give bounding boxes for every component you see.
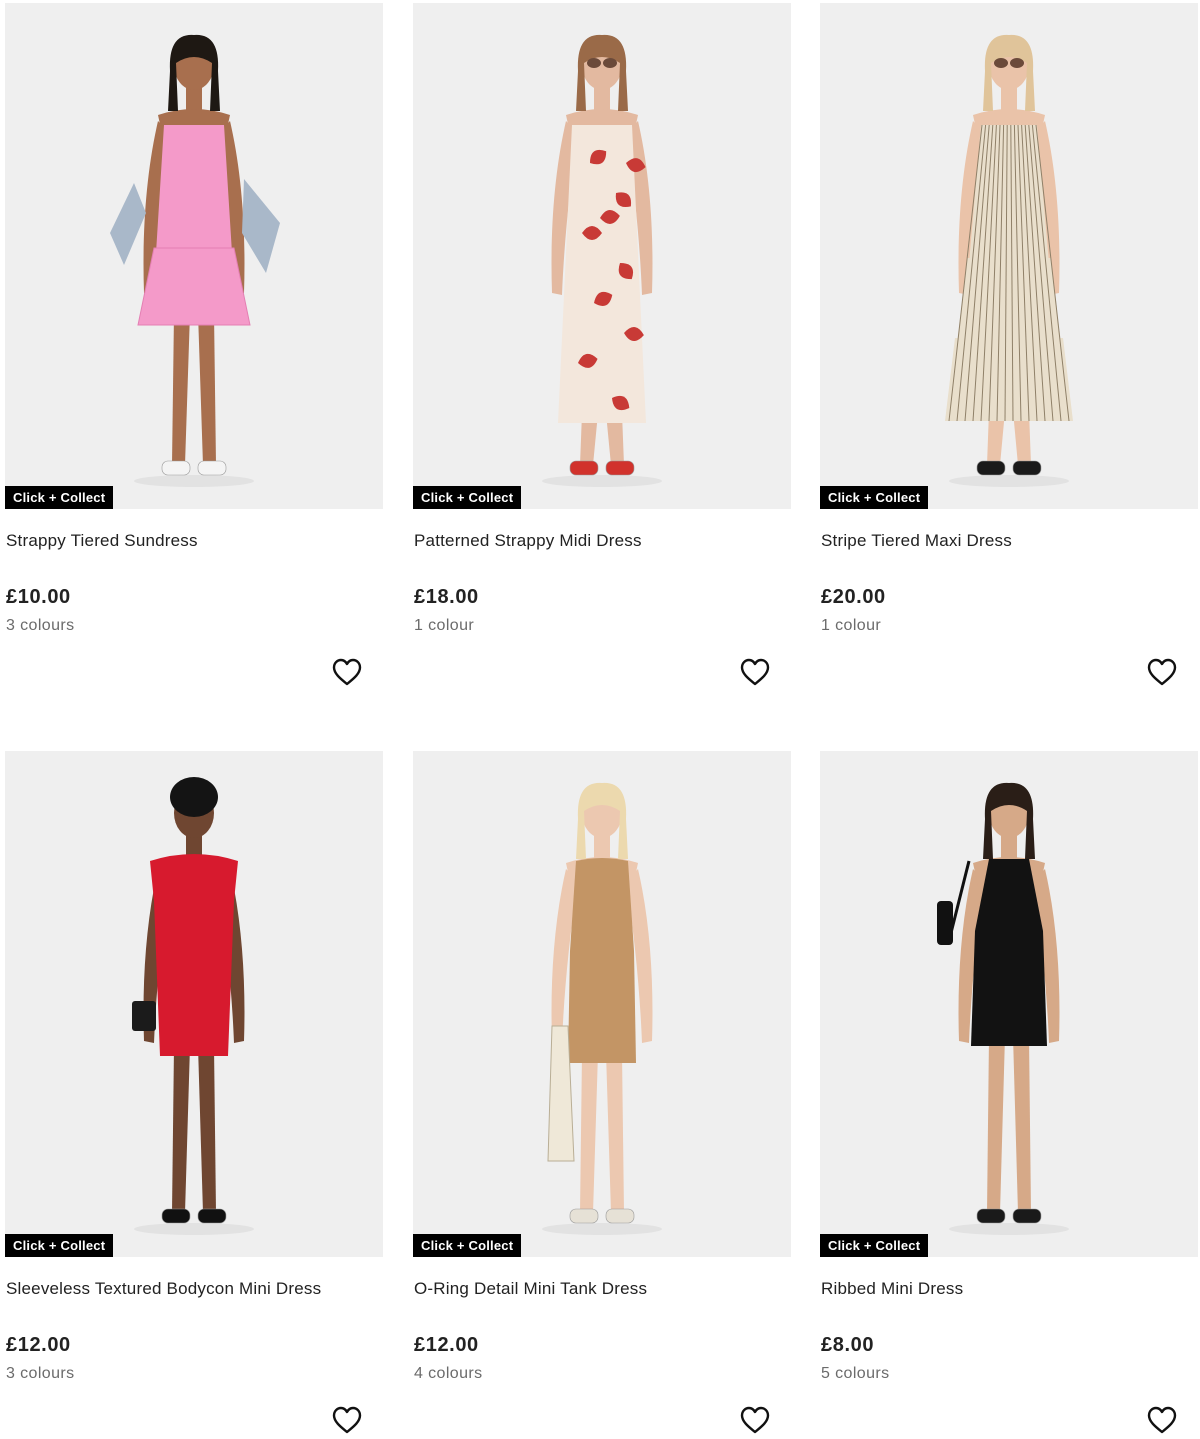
product-image[interactable]: Click + Collect (413, 751, 791, 1257)
product-name[interactable]: Sleeveless Textured Bodycon Mini Dress (6, 1278, 321, 1300)
heart-outline-icon (1147, 1406, 1177, 1434)
product-price: £20.00 (821, 586, 886, 608)
heart-outline-icon (740, 1406, 770, 1434)
product-card[interactable]: Click + Collect Strappy Tiered Sundress … (5, 3, 383, 703)
product-name[interactable]: Ribbed Mini Dress (821, 1278, 963, 1300)
product-image[interactable]: Click + Collect (5, 751, 383, 1257)
model-photo (542, 34, 662, 487)
wishlist-button[interactable] (739, 1405, 771, 1435)
colour-count: 3 colours (6, 1365, 75, 1382)
product-grid: Click + Collect Strappy Tiered Sundress … (0, 0, 1200, 1439)
click-collect-badge: Click + Collect (820, 486, 929, 509)
product-image[interactable]: Click + Collect (5, 3, 383, 509)
product-name[interactable]: Stripe Tiered Maxi Dress (821, 530, 1012, 552)
click-collect-badge: Click + Collect (5, 486, 114, 509)
colour-count: 4 colours (414, 1365, 483, 1382)
product-price: £12.00 (414, 1334, 479, 1356)
model-photo (110, 34, 280, 487)
product-name[interactable]: Patterned Strappy Midi Dress (414, 530, 642, 552)
model-photo (937, 782, 1069, 1235)
product-image[interactable]: Click + Collect (820, 3, 1198, 509)
heart-outline-icon (1147, 658, 1177, 686)
product-name[interactable]: O-Ring Detail Mini Tank Dress (414, 1278, 647, 1300)
product-price: £8.00 (821, 1334, 875, 1356)
click-collect-badge: Click + Collect (820, 1234, 929, 1257)
product-card[interactable]: Click + Collect O-Ring Detail Mini Tank … (413, 751, 791, 1439)
product-card[interactable]: Click + Collect Stripe Tiered Maxi Dress… (820, 3, 1198, 703)
model-photo (542, 782, 662, 1235)
product-price: £18.00 (414, 586, 479, 608)
wishlist-button[interactable] (739, 657, 771, 687)
product-card[interactable]: Click + Collect Sleeveless Textured Body… (5, 751, 383, 1439)
product-price: £12.00 (6, 1334, 71, 1356)
model-photo (945, 34, 1073, 487)
colour-count: 5 colours (821, 1365, 890, 1382)
wishlist-button[interactable] (1146, 657, 1178, 687)
wishlist-button[interactable] (1146, 1405, 1178, 1435)
product-price: £10.00 (6, 586, 71, 608)
click-collect-badge: Click + Collect (413, 1234, 522, 1257)
heart-outline-icon (332, 658, 362, 686)
heart-outline-icon (332, 1406, 362, 1434)
colour-count: 1 colour (414, 617, 475, 634)
click-collect-badge: Click + Collect (413, 486, 522, 509)
product-image[interactable]: Click + Collect (820, 751, 1198, 1257)
wishlist-button[interactable] (331, 657, 363, 687)
product-card[interactable]: Click + Collect Ribbed Mini Dress £8.00 … (820, 751, 1198, 1439)
wishlist-button[interactable] (331, 1405, 363, 1435)
colour-count: 3 colours (6, 617, 75, 634)
product-name[interactable]: Strappy Tiered Sundress (6, 530, 198, 552)
heart-outline-icon (740, 658, 770, 686)
colour-count: 1 colour (821, 617, 882, 634)
model-photo (132, 777, 254, 1235)
product-card[interactable]: Click + Collect Patterned Strappy Midi D… (413, 3, 791, 703)
product-image[interactable]: Click + Collect (413, 3, 791, 509)
click-collect-badge: Click + Collect (5, 1234, 114, 1257)
